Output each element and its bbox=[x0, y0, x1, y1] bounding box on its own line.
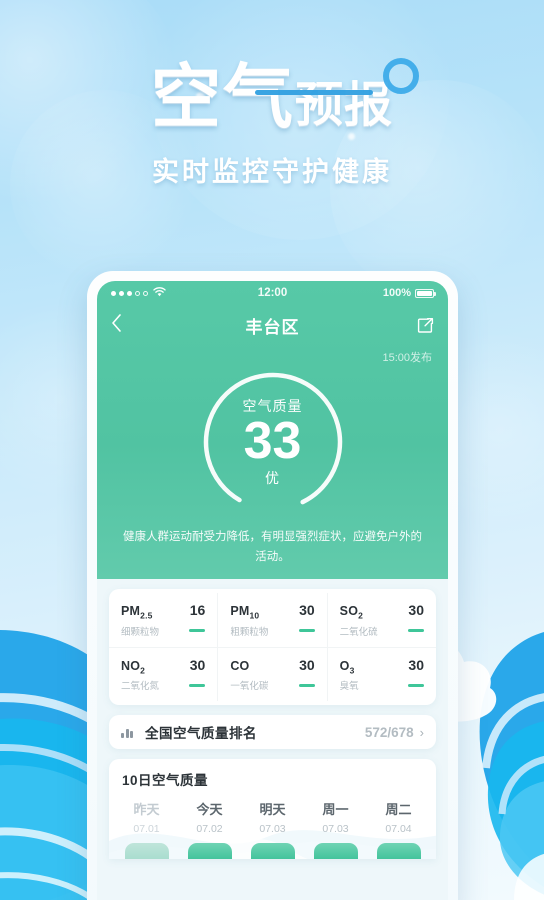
pollutant-name: PM2.5 bbox=[121, 604, 153, 621]
pollutant-cell-pm25[interactable]: PM2.5 16 细颗粒物 bbox=[109, 593, 217, 647]
phone-mockup: 12:00 100% 丰台区 15:00发布 空气质量 33 优 健康人群运动耐… bbox=[87, 271, 458, 900]
forecast-day-date: 07.03 bbox=[259, 823, 286, 836]
pollutant-level-bar bbox=[189, 683, 206, 687]
signal-dots-icon bbox=[111, 290, 148, 296]
aqi-panel: 12:00 100% 丰台区 15:00发布 空气质量 33 优 健康人群运动耐… bbox=[97, 281, 448, 580]
battery-icon bbox=[415, 288, 437, 298]
forecast-day-pill bbox=[313, 843, 358, 860]
status-bar: 12:00 100% bbox=[97, 281, 448, 305]
aqi-value: 33 bbox=[243, 412, 302, 471]
forecast-day-name: 明天 bbox=[259, 802, 286, 818]
hero-subtitle: 实时监控守护健康 bbox=[152, 157, 392, 187]
pollutant-cn-label: 粗颗粒物 bbox=[230, 626, 269, 638]
aqi-gauge: 空气质量 33 优 bbox=[198, 367, 348, 517]
forecast-day-date: 07.04 bbox=[385, 823, 412, 836]
pollutant-cn-label: 二氧化氮 bbox=[121, 681, 160, 693]
share-icon bbox=[417, 317, 434, 333]
wifi-icon bbox=[153, 286, 166, 300]
pollutant-name: O3 bbox=[339, 658, 355, 676]
pollutant-name: CO bbox=[230, 658, 250, 673]
pollutant-level-bar bbox=[189, 629, 206, 633]
pollutant-cn-label: 一氧化碳 bbox=[230, 681, 269, 693]
page-title: 丰台区 bbox=[245, 317, 300, 337]
ranking-label: 全国空气质量排名 bbox=[145, 726, 257, 742]
pollutant-cn-label: 臭氧 bbox=[339, 681, 359, 693]
pollutant-cn-label: 细颗粒物 bbox=[121, 626, 160, 638]
forecast-day-pill bbox=[376, 843, 421, 860]
pollutant-level-bar bbox=[407, 683, 424, 687]
hero-title: 空气预报 bbox=[151, 58, 419, 132]
battery-percent-label: 100% bbox=[382, 287, 412, 299]
hero-title-main: 空气 bbox=[150, 58, 295, 136]
pollutant-row: PM2.5 16 细颗粒物 PM10 30 粗颗粒物 SO2 30 二氧化硫 bbox=[109, 593, 436, 647]
bar-chart-icon bbox=[121, 727, 137, 738]
pollutant-value: 30 bbox=[408, 656, 424, 673]
forecast-day[interactable]: 昨天 07.01 bbox=[115, 799, 178, 860]
pollutant-level-bar bbox=[407, 629, 424, 633]
aqi-gauge-content: 空气质量 33 优 bbox=[198, 367, 348, 517]
hero-banner: 空气预报 实时监控守护健康 bbox=[0, 58, 544, 189]
phone-screen: 12:00 100% 丰台区 15:00发布 空气质量 33 优 健康人群运动耐… bbox=[97, 281, 448, 900]
chevron-right-icon: › bbox=[419, 724, 424, 740]
pollutant-name: NO2 bbox=[121, 658, 146, 676]
forecast-day-date: 07.02 bbox=[196, 823, 223, 836]
pollutant-cell-co[interactable]: CO 30 一氧化碳 bbox=[217, 647, 326, 702]
status-bar-time: 12:00 bbox=[257, 287, 288, 299]
pollutant-cell-pm10[interactable]: PM10 30 粗颗粒物 bbox=[217, 593, 326, 647]
pollutant-cell-o3[interactable]: O3 30 臭氧 bbox=[326, 647, 436, 702]
forecast-day-name: 今天 bbox=[196, 802, 223, 818]
ranking-value: 572/678 bbox=[364, 724, 414, 740]
hero-underline bbox=[255, 90, 373, 95]
national-ranking-row[interactable]: 全国空气质量排名 572/678 › bbox=[109, 715, 436, 750]
pollutant-row: NO2 30 二氧化氮 CO 30 一氧化碳 O3 30 臭氧 bbox=[109, 646, 436, 702]
pollutant-card: PM2.5 16 细颗粒物 PM10 30 粗颗粒物 SO2 30 二氧化硫 N… bbox=[109, 589, 436, 706]
publish-time: 15:00发布 bbox=[382, 352, 432, 364]
pollutant-level-bar bbox=[298, 683, 315, 687]
forecast-day-date: 07.01 bbox=[133, 823, 160, 836]
aqi-level: 优 bbox=[265, 469, 280, 486]
forecast-title: 10日空气质量 bbox=[122, 773, 209, 789]
pollutant-name: SO2 bbox=[339, 604, 364, 621]
back-button[interactable] bbox=[111, 314, 137, 336]
share-button[interactable] bbox=[408, 317, 434, 334]
forecast-day-name: 周二 bbox=[385, 802, 412, 818]
forecast-card: 10日空气质量 昨天 07.01 今天 07.02 明天 07.03 周一 07… bbox=[109, 759, 436, 860]
aqi-gauge-wrap: 空气质量 33 优 bbox=[97, 367, 448, 517]
pollutant-cell-so2[interactable]: SO2 30 二氧化硫 bbox=[326, 593, 436, 647]
hero-ring-icon bbox=[383, 58, 419, 94]
forecast-days: 昨天 07.01 今天 07.02 明天 07.03 周一 07.03 周二 0… bbox=[115, 799, 430, 860]
chevron-left-icon bbox=[112, 314, 121, 332]
health-advice: 健康人群运动耐受力降低，有明显强烈症状，应避免户外的活动。 bbox=[123, 531, 422, 564]
forecast-day[interactable]: 周一 07.03 bbox=[304, 799, 367, 860]
pollutant-value: 30 bbox=[189, 656, 206, 673]
status-bar-left bbox=[111, 286, 258, 300]
pollutant-level-bar bbox=[298, 629, 315, 633]
forecast-day-name: 周一 bbox=[322, 802, 349, 818]
screen-body: PM2.5 16 细颗粒物 PM10 30 粗颗粒物 SO2 30 二氧化硫 N… bbox=[97, 589, 448, 860]
forecast-day-pill bbox=[124, 843, 169, 860]
forecast-day-pill bbox=[187, 843, 232, 860]
pollutant-cn-label: 二氧化硫 bbox=[339, 626, 378, 638]
pollutant-cell-no2[interactable]: NO2 30 二氧化氮 bbox=[109, 648, 217, 702]
pollutant-name: PM10 bbox=[230, 604, 260, 621]
aqi-gauge-label: 空气质量 bbox=[242, 398, 303, 415]
forecast-day[interactable]: 今天 07.02 bbox=[178, 799, 241, 860]
forecast-day[interactable]: 周二 07.04 bbox=[367, 799, 430, 860]
forecast-day-date: 07.03 bbox=[322, 823, 349, 836]
forecast-day[interactable]: 明天 07.03 bbox=[241, 799, 304, 860]
hero-title-sub: 预报 bbox=[294, 79, 393, 132]
nav-bar: 丰台区 bbox=[97, 305, 448, 345]
pollutant-value: 16 bbox=[189, 602, 206, 619]
forecast-day-name: 昨天 bbox=[133, 802, 160, 818]
pollutant-value: 30 bbox=[299, 602, 315, 619]
forecast-day-pill bbox=[250, 843, 295, 860]
screenshot-stage: 空气预报 实时监控守护健康 12:00 100% 丰台区 15:00发布 空气质… bbox=[0, 0, 544, 900]
pollutant-value: 30 bbox=[299, 656, 315, 673]
status-bar-right: 100% bbox=[287, 287, 437, 299]
pollutant-value: 30 bbox=[408, 602, 424, 619]
